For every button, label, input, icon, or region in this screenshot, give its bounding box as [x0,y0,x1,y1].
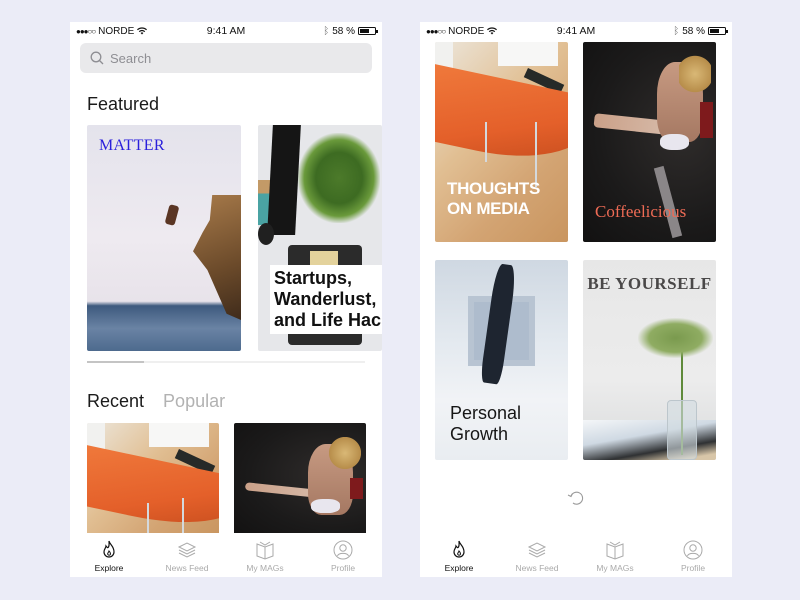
tabbar-label: Profile [680,563,706,573]
flame-icon [103,540,115,558]
grid-card-be-yourself[interactable]: BE YOURSELF [583,260,716,460]
tab-bar: Explore News Feed My MAGs Profile [70,533,382,577]
tabbar-explore[interactable]: Explore [420,533,498,577]
bluetooth-icon: ᛒ [323,25,330,37]
search-input[interactable] [110,50,330,66]
profile-icon [333,540,353,560]
card-title-line: Startups, [274,268,353,288]
status-time: 9:41 AM [556,25,596,37]
tabbar-explore[interactable]: Explore [70,533,148,577]
profile-icon [683,540,703,560]
tabbar-profile[interactable]: Profile [304,533,382,577]
dancer-dress-image [700,102,714,138]
tabbar-label: Explore [444,563,474,573]
battery-percent: 58 % [332,25,355,37]
featured-scroll-thumb[interactable] [87,361,144,363]
explore-screen-featured: ●●●○○ NORDE 9:41 AM ᛒ 58 % Featured MATT… [70,22,382,577]
recent-card-dancers[interactable] [234,423,366,538]
tabbar-label: News Feed [165,563,209,573]
chair-leg-image [485,122,487,162]
card-title-line: Growth [450,424,509,444]
plant-bloom-image [638,318,713,358]
battery-percent: 58 % [682,25,705,37]
grid-card-coffeelicious[interactable]: Coffeelicious [583,42,716,242]
chair-leg-image [535,122,537,187]
tabbar-label: Profile [330,563,356,573]
grid-card-thoughts-on-media[interactable]: THOUGHTS ON MEDIA [435,42,568,242]
tabbar-profile[interactable]: Profile [654,533,732,577]
book-icon [606,541,624,560]
book-icon [256,541,274,560]
card-title: Startups, Wanderlust, and Life Hack [270,265,382,334]
dancer-hair-image [678,54,711,94]
card-title: Personal Growth [450,403,521,445]
dancer-shorts-image [660,134,690,150]
tab-popular[interactable]: Popular [163,391,225,412]
card-title: Coffeelicious [595,202,687,221]
search-icon [90,51,104,65]
carrier-name: NORDE [448,25,485,37]
tabbar-my-mags[interactable]: My MAGs [226,533,304,577]
battery-icon [358,27,378,35]
jumper-image [164,204,180,226]
flame-icon [453,540,465,558]
explore-screen-grid: ●●●○○ NORDE 9:41 AM ᛒ 58 % THOUGHTS ON M… [420,22,732,577]
monitor-image [267,125,301,235]
paper-image [149,423,209,447]
refresh-icon[interactable] [566,488,586,508]
camera-image [258,223,274,245]
tabbar-label: My MAGs [596,563,634,573]
grid-card-personal-growth[interactable]: Personal Growth [435,260,568,460]
card-title: THOUGHTS ON MEDIA [447,179,540,219]
carrier-name: NORDE [98,25,135,37]
chair-seat-image [87,443,219,538]
card-title-line: Personal [450,403,522,423]
signal-dots-icon: ●●●○○ [76,26,96,36]
recent-card-chair[interactable] [87,423,219,538]
layers-icon [527,542,547,558]
layers-icon [177,542,197,558]
tabbar-news-feed[interactable]: News Feed [148,533,226,577]
dancer-dress-image [350,478,364,499]
card-title-line: and Life Hack [274,310,382,330]
search-bar[interactable] [80,43,372,73]
tabbar-my-mags[interactable]: My MAGs [576,533,654,577]
card-title: BE YOURSELF [587,274,712,293]
dancer-shorts-image [310,498,340,513]
battery-icon [708,27,728,35]
plant-image [298,133,380,223]
vase-image [667,400,697,460]
tabbar-label: Explore [94,563,124,573]
signal-dots-icon: ●●●○○ [426,26,446,36]
bluetooth-icon: ᛒ [673,25,680,37]
tabbar-label: News Feed [515,563,559,573]
wifi-icon [137,27,148,35]
status-bar: ●●●○○ NORDE 9:41 AM ᛒ 58 % [70,22,382,40]
cliff-image [193,195,241,320]
status-bar: ●●●○○ NORDE 9:41 AM ᛒ 58 % [420,22,732,40]
featured-card-startups[interactable]: Startups, Wanderlust, and Life Hack [258,125,382,351]
tabbar-news-feed[interactable]: News Feed [498,533,576,577]
card-title-line: Wanderlust, [274,289,377,309]
wifi-icon [487,27,498,35]
dancer-hair-image [329,436,361,469]
paper-image [498,42,558,66]
card-title: MATTER [99,137,165,154]
featured-heading: Featured [87,94,160,114]
card-title-line: ON MEDIA [447,199,530,218]
tab-bar: Explore News Feed My MAGs Profile [420,533,732,577]
card-title-line: THOUGHTS [447,179,540,198]
featured-card-matter[interactable]: MATTER [87,125,241,351]
chair-leg-image [182,498,184,538]
status-time: 9:41 AM [206,25,246,37]
tabbar-label: My MAGs [246,563,284,573]
tab-recent[interactable]: Recent [87,391,144,412]
content-tabs: Recent Popular [87,391,225,412]
